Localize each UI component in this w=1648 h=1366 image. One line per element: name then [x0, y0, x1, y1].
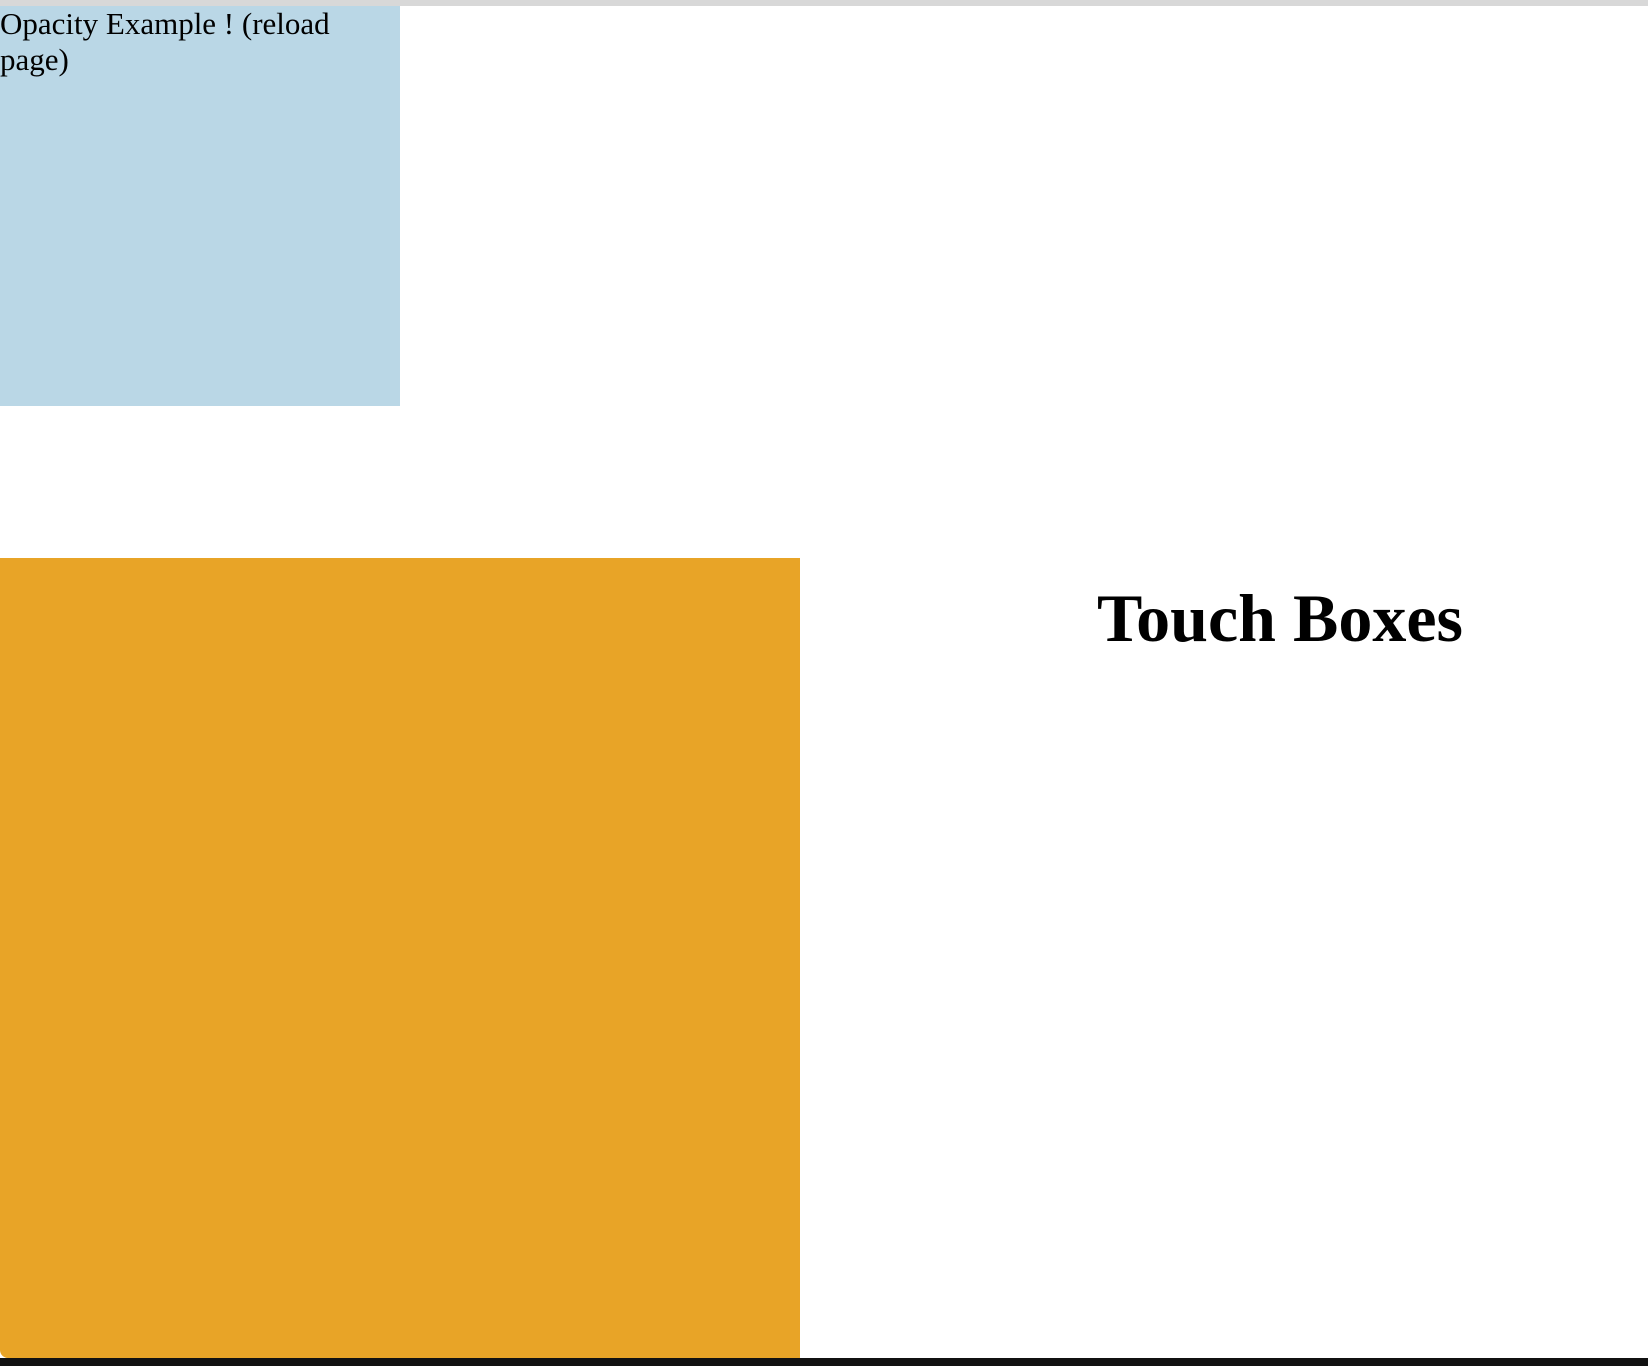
window-bottom-edge — [0, 1358, 1648, 1366]
opacity-example-box[interactable]: Opacity Example ! (reload page) — [0, 6, 400, 406]
title-area: Touch Boxes — [800, 558, 1648, 1358]
page-title: Touch Boxes — [1097, 580, 1463, 656]
opacity-example-label: Opacity Example ! (reload page) — [0, 6, 330, 77]
touch-box[interactable] — [0, 558, 800, 1358]
